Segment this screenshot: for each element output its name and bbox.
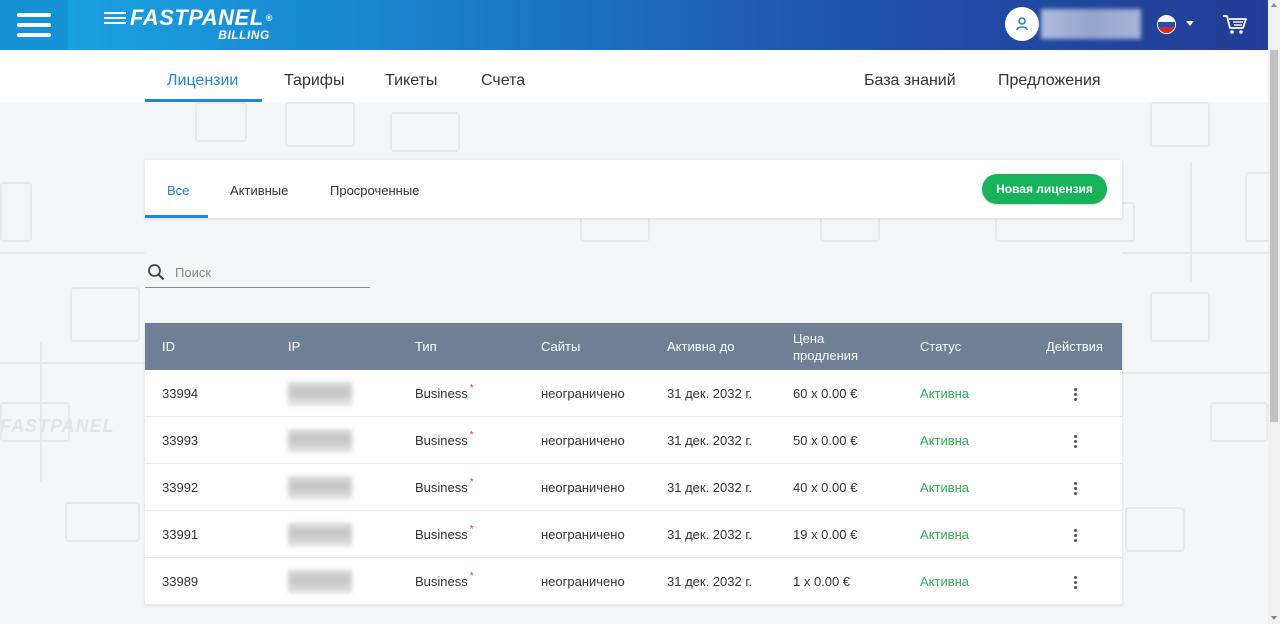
page-scrollbar[interactable] [1268, 0, 1280, 624]
cell-type-label: Business [415, 574, 468, 589]
cell-sites: неограничено [541, 527, 625, 542]
cell-type-label: Business [415, 480, 468, 495]
search-field [145, 256, 370, 288]
column-header-status: Статус [920, 339, 962, 354]
nav-invoices[interactable]: Счета [481, 72, 525, 90]
nav-tickets[interactable]: Тикеты [385, 72, 437, 90]
row-actions-kebab-icon[interactable] [1067, 527, 1083, 543]
tab-active[interactable]: Активные [230, 183, 288, 198]
user-icon [1005, 7, 1039, 41]
cell-ip-redacted [288, 417, 352, 464]
row-actions-kebab-icon[interactable] [1067, 433, 1083, 449]
user-name-redacted [1041, 9, 1141, 39]
type-required-mark: * [469, 430, 474, 441]
cell-type-label: Business [415, 433, 468, 448]
cell-type: Business * [415, 417, 474, 464]
table-row[interactable]: 33991 Business * неограничено 31 дек. 203… [145, 511, 1122, 558]
main-nav: Лицензии Тарифы Тикеты Счета База знаний… [0, 50, 1268, 102]
cell-active-until: 31 дек. 2032 г. [667, 527, 753, 542]
tab-active-indicator [145, 215, 208, 218]
tab-expired[interactable]: Просроченные [330, 183, 419, 198]
cell-status: Активна [920, 386, 970, 401]
nav-licenses[interactable]: Лицензии [167, 72, 238, 90]
cell-id: 33989 [162, 574, 199, 589]
watermark-text: FASTPANEL [0, 416, 115, 436]
cell-ip-redacted [288, 464, 352, 511]
scroll-thumb[interactable] [1270, 50, 1278, 422]
cell-active-until: 31 дек. 2032 г. [667, 433, 753, 448]
row-actions-kebab-icon[interactable] [1067, 574, 1083, 590]
hamburger-menu-button[interactable] [0, 0, 68, 50]
cell-type: Business * [415, 558, 474, 605]
type-required-mark: * [469, 383, 474, 394]
cell-id: 33992 [162, 480, 199, 495]
logo-sliders-icon [104, 11, 126, 25]
row-actions-kebab-icon[interactable] [1067, 386, 1083, 402]
cell-type-label: Business [415, 386, 468, 401]
new-license-button[interactable]: Новая лицензия [982, 174, 1107, 204]
cell-ip-redacted [288, 370, 352, 417]
logo[interactable]: FASTPANEL ® BILLING [104, 5, 273, 42]
license-filter-bar: Все Активные Просроченные Новая лицензия [145, 160, 1122, 218]
type-required-mark: * [469, 524, 474, 535]
cart-icon[interactable] [1222, 14, 1248, 36]
nav-knowledge-base[interactable]: База знаний [864, 72, 956, 90]
cell-active-until: 31 дек. 2032 г. [667, 574, 753, 589]
column-header-id: ID [162, 339, 175, 354]
scroll-up-arrow-icon[interactable] [1271, 3, 1277, 7]
cell-type: Business * [415, 511, 474, 558]
cell-sites: неограничено [541, 574, 625, 589]
table-row[interactable]: 33994 Business * неограничено 31 дек. 203… [145, 370, 1122, 417]
cell-ip-redacted [288, 511, 352, 558]
column-header-active-until: Активна до [667, 339, 735, 354]
column-header-ip: IP [288, 339, 301, 354]
cell-status: Активна [920, 480, 970, 495]
cell-type: Business * [415, 464, 474, 511]
row-actions-kebab-icon[interactable] [1067, 480, 1083, 496]
top-header: FASTPANEL ® BILLING [0, 0, 1268, 50]
type-required-mark: * [469, 477, 474, 488]
cell-id: 33993 [162, 433, 199, 448]
cell-active-until: 31 дек. 2032 г. [667, 480, 753, 495]
nav-tariffs[interactable]: Тарифы [284, 72, 344, 90]
logo-registered-mark: ® [265, 13, 273, 23]
cell-status: Активна [920, 574, 970, 589]
column-header-actions: Действия [1046, 339, 1103, 354]
table-header: ID IP Тип Сайты Активна до Цена продлени… [145, 323, 1122, 370]
column-header-renewal-price: Цена продления [793, 330, 859, 363]
hamburger-menu-icon [17, 13, 51, 37]
cell-renewal-price: 19 x 0.00 € [793, 527, 858, 542]
tab-all[interactable]: Все [167, 183, 189, 198]
cell-renewal-price: 1 x 0.00 € [793, 574, 851, 589]
cell-sites: неограничено [541, 480, 625, 495]
cell-type-label: Business [415, 527, 468, 542]
cell-status: Активна [920, 433, 970, 448]
cell-sites: неограничено [541, 386, 625, 401]
language-dropdown-caret-icon[interactable] [1186, 21, 1194, 26]
cell-id: 33991 [162, 527, 199, 542]
type-required-mark: * [469, 571, 474, 582]
table-row[interactable]: 33989 Business * неограничено 31 дек. 203… [145, 558, 1122, 605]
cell-renewal-price: 50 x 0.00 € [793, 433, 858, 448]
scroll-down-arrow-icon[interactable] [1271, 616, 1277, 620]
user-menu[interactable] [1005, 7, 1141, 41]
column-header-type: Тип [415, 339, 437, 354]
cell-id: 33994 [162, 386, 199, 401]
cell-renewal-price: 40 x 0.00 € [793, 480, 858, 495]
nav-offers[interactable]: Предложения [998, 72, 1101, 90]
cell-active-until: 31 дек. 2032 г. [667, 386, 753, 401]
search-icon [148, 264, 165, 281]
cell-renewal-price: 60 x 0.00 € [793, 386, 858, 401]
nav-active-indicator [145, 99, 262, 102]
table-row[interactable]: 33992 Business * неограничено 31 дек. 203… [145, 464, 1122, 511]
search-input[interactable] [175, 261, 365, 283]
cell-type: Business * [415, 370, 474, 417]
russian-flag-icon[interactable] [1157, 15, 1176, 34]
cell-ip-redacted [288, 558, 352, 605]
licenses-table: ID IP Тип Сайты Активна до Цена продлени… [145, 323, 1122, 605]
column-header-sites: Сайты [541, 339, 581, 354]
table-row[interactable]: 33993 Business * неограничено 31 дек. 203… [145, 417, 1122, 464]
cell-status: Активна [920, 527, 970, 542]
cell-sites: неограничено [541, 433, 625, 448]
